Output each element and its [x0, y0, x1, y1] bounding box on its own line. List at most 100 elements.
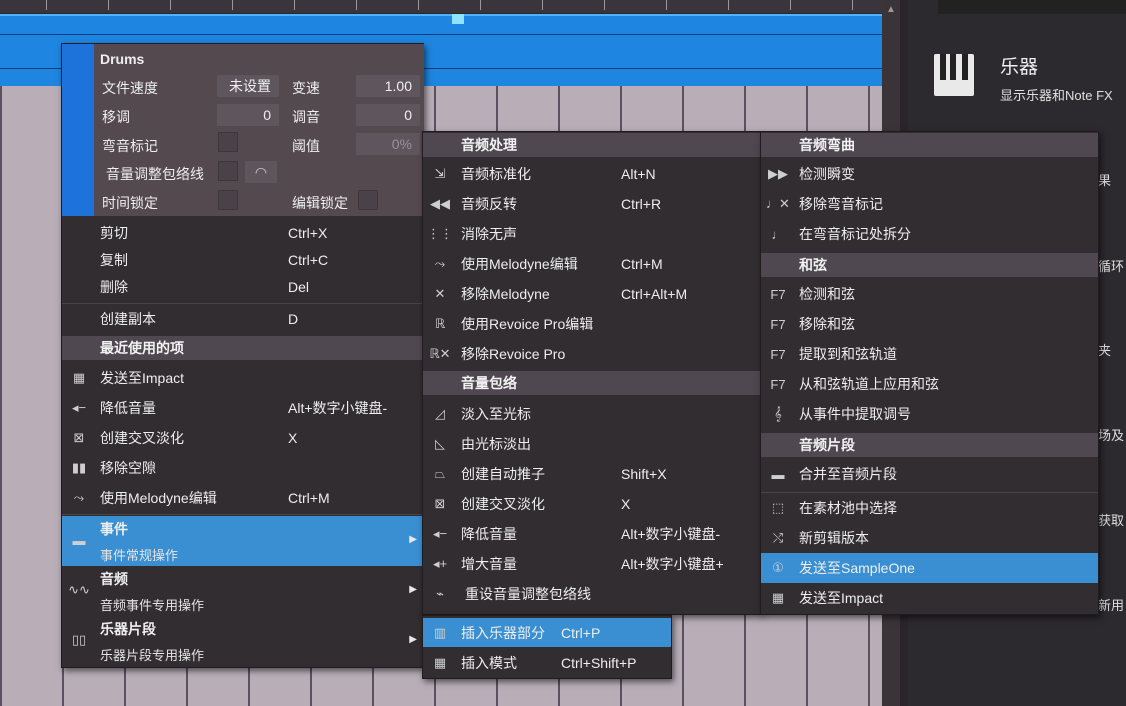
file-tempo-field[interactable]: 未设置 — [217, 75, 279, 97]
envelope-reset-icon: ⌁ — [436, 586, 444, 601]
menu-item-fade-in[interactable]: ◿ 淡入至光标 — [423, 399, 761, 429]
menu-item-sublabel: 乐器片段专用操作 — [100, 648, 205, 663]
menu-item-remove-melodyne[interactable]: ✕ 移除Melodyne Ctrl+Alt+M — [423, 279, 761, 309]
menu-item-label: 由光标淡出 — [461, 436, 531, 452]
treble-clef-icon: 𝄞 — [774, 406, 782, 421]
menu-item-instrument-submenu[interactable]: ▯▯ 乐器片段 乐器片段专用操作 ▶ — [62, 616, 423, 666]
piano-keys-icon: ▯▯ — [71, 632, 87, 647]
chord-icon: F7 — [770, 286, 786, 302]
edit-lock-checkbox[interactable] — [358, 190, 378, 210]
menu-item-auto-fader[interactable]: ⏢ 创建自动推子 Shift+X — [423, 459, 761, 489]
volume-envelope-checkbox[interactable] — [218, 161, 238, 181]
grid-icon: ▦ — [72, 370, 86, 385]
auto-fader-icon: ⏢ — [434, 466, 446, 481]
menu-item-detect-transients[interactable]: ▶▶ 检测瞬变 — [761, 159, 1098, 189]
menu-item-select-in-pool[interactable]: ⬚ 在素材池中选择 — [761, 493, 1098, 523]
menu-item-melodyne-edit[interactable]: ⤳ 使用Melodyne编辑 Ctrl+M — [423, 249, 761, 279]
menu-item-delete[interactable]: 删除 Del — [62, 272, 423, 302]
panel-item-text: 场及 — [1098, 428, 1125, 443]
menu-item-copy[interactable]: 复制 Ctrl+C — [62, 245, 423, 275]
menu-item-shortcut: Ctrl+M — [288, 490, 330, 506]
event-color-strip[interactable] — [62, 44, 94, 216]
menu-item-decrease-volume[interactable]: ◂− 降低音量 Alt+数字小键盘- — [423, 519, 761, 549]
menu-item-increase-volume[interactable]: ◂+ 增大音量 Alt+数字小键盘+ — [423, 549, 761, 579]
sampleone-icon: ① — [772, 560, 784, 575]
menu-item-label: 移除空隙 — [100, 460, 156, 476]
tune-field[interactable]: 0 — [356, 104, 420, 126]
envelope-icon: ◠ — [254, 164, 268, 180]
panel-item-text: 夹 — [1098, 343, 1112, 358]
menu-item-remove-revoice[interactable]: ℝ✕ 移除Revoice Pro — [423, 339, 761, 369]
menu-item-crossfade[interactable]: ⊠ 创建交叉淡化 X — [423, 489, 761, 519]
menu-item-normalize[interactable]: ⇲ 音频标准化 Alt+N — [423, 159, 761, 189]
menu-item-label: 检测和弦 — [799, 286, 855, 302]
piano-icon[interactable] — [934, 54, 974, 96]
time-lock-label: 时间锁定 — [102, 195, 158, 211]
menu-item-shortcut: D — [288, 311, 299, 327]
menu-item-label: 移除弯音标记 — [799, 196, 883, 212]
menu-item-label: 消除无声 — [461, 226, 517, 242]
transpose-field[interactable]: 0 — [217, 104, 279, 126]
menu-item-remove-gaps[interactable]: ▮▮ 移除空隙 — [62, 453, 423, 483]
menu-item-shortcut: Del — [288, 279, 310, 295]
menu-item-shortcut: Ctrl+P — [561, 624, 601, 641]
menu-item-sublabel: 事件常规操作 — [100, 548, 179, 563]
menu-item-melodyne-edit[interactable]: ⤳ 使用Melodyne编辑 Ctrl+M — [62, 483, 423, 513]
bend-markers-label: 弯音标记 — [102, 138, 158, 154]
merge-icon: ▬ — [771, 466, 785, 482]
menu-item-shortcut: Ctrl+X — [288, 225, 328, 241]
menu-item-label: 增大音量 — [461, 556, 517, 572]
menu-item-strip-silence[interactable]: ⋮⋮ 消除无声 — [423, 219, 761, 249]
menu-item-event-submenu[interactable]: ▬ 事件 事件常规操作 ▶ — [62, 516, 423, 566]
menu-item-label: 创建交叉淡化 — [461, 496, 545, 512]
panel-item-text: 获取 — [1098, 513, 1125, 528]
menu-item-label: 复制 — [100, 252, 128, 268]
menu-item-label: 检测瞬变 — [799, 166, 855, 182]
menu-item-send-to-sampleone[interactable]: ① 发送至SampleOne — [761, 553, 1098, 583]
menu-item-label: 降低音量 — [461, 526, 517, 542]
insert-submenu: ▥ 插入乐器部分 Ctrl+P ▦ 插入模式 Ctrl+Shift+P — [422, 615, 672, 679]
event-icon: ▬ — [72, 532, 86, 548]
menu-item-reverse[interactable]: ◀◀ 音频反转 Ctrl+R — [423, 189, 761, 219]
bend-markers-checkbox[interactable] — [218, 132, 238, 152]
menu-item-send-to-impact[interactable]: ▦ 发送至Impact — [761, 583, 1098, 613]
pattern-icon: ▦ — [433, 655, 447, 670]
speed-field[interactable]: 1.00 — [356, 75, 420, 97]
reverse-icon: ◀◀ — [430, 196, 450, 211]
remove-chord-icon: F7 — [770, 316, 786, 332]
menu-item-insert-instrument-part[interactable]: ▥ 插入乐器部分 Ctrl+P — [423, 618, 671, 647]
menu-item-insert-pattern[interactable]: ▦ 插入模式 Ctrl+Shift+P — [423, 648, 671, 678]
menu-item-reset-envelope[interactable]: ⌁ 重设音量调整包络线 — [423, 579, 761, 609]
menu-item-extract-key[interactable]: 𝄞 从事件中提取调号 — [761, 399, 1098, 429]
menu-item-revoice-edit[interactable]: ℝ 使用Revoice Pro编辑 — [423, 309, 761, 339]
section-title: 音量包络 — [461, 375, 517, 391]
menu-item-shortcut: X — [621, 496, 631, 512]
time-lock-checkbox[interactable] — [218, 190, 238, 210]
split-marker-icon: ♩ — [771, 226, 785, 242]
envelope-reset-button[interactable]: ◠ — [245, 161, 277, 183]
threshold-field[interactable]: 0% — [356, 133, 420, 155]
menu-item-crossfade[interactable]: ⊠ 创建交叉淡化 X — [62, 423, 423, 453]
menu-item-merge-to-audio-part[interactable]: ▬ 合并至音频片段 — [761, 459, 1098, 489]
menu-item-label: 提取到和弦轨道 — [799, 346, 897, 362]
scroll-up-icon[interactable]: ▲ — [886, 4, 896, 15]
event-inspector: Drums 文件速度 未设置 变速 1.00 移调 0 调音 0 弯音标记 阈值… — [62, 44, 424, 216]
menu-item-decrease-volume[interactable]: ◂− 降低音量 Alt+数字小键盘- — [62, 393, 423, 423]
menu-item-label: 音频 — [100, 571, 128, 587]
menu-item-cut[interactable]: 剪切 Ctrl+X — [62, 218, 423, 248]
menu-item-remove-bend-markers[interactable]: ♩✕ 移除弯音标记 — [761, 189, 1098, 219]
menu-item-audio-submenu[interactable]: ∿∿ 音频 音频事件专用操作 ▶ — [62, 566, 423, 616]
loop-marker[interactable] — [452, 14, 464, 24]
menu-item-new-edit-version[interactable]: ⤭ 新剪辑版本 — [761, 523, 1098, 553]
menu-item-remove-chords[interactable]: F7 移除和弦 — [761, 309, 1098, 339]
menu-item-extract-to-chord-track[interactable]: F7 提取到和弦轨道 — [761, 339, 1098, 369]
timeline-ruler[interactable] — [0, 0, 900, 14]
volume-envelope-label: 音量调整包络线 — [106, 166, 204, 182]
menu-item-label: 在素材池中选择 — [799, 500, 897, 516]
menu-item-send-to-impact[interactable]: ▦ 发送至Impact — [62, 363, 423, 393]
menu-item-split-at-bend-markers[interactable]: ♩ 在弯音标记处拆分 — [761, 219, 1098, 249]
menu-item-apply-chords-from-track[interactable]: F7 从和弦轨道上应用和弦 — [761, 369, 1098, 399]
menu-item-detect-chords[interactable]: F7 检测和弦 — [761, 279, 1098, 309]
menu-item-fade-out[interactable]: ◺ 由光标淡出 — [423, 429, 761, 459]
menu-item-duplicate[interactable]: 创建副本 D — [62, 304, 423, 334]
